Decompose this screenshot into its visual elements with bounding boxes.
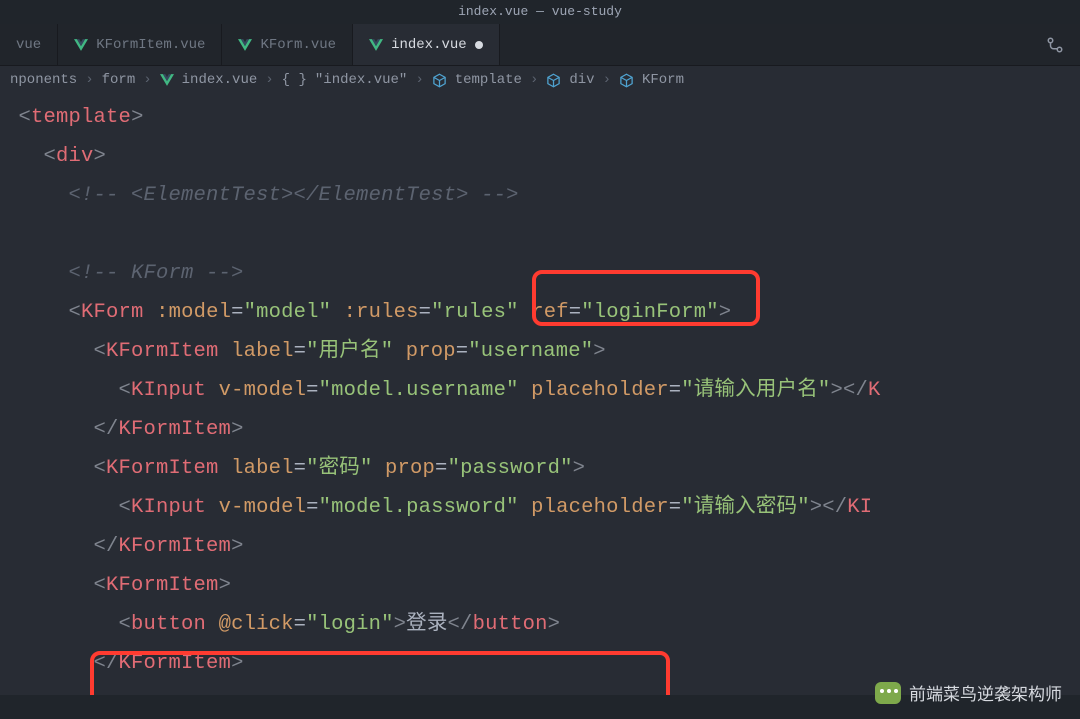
watermark: 前端菜鸟逆袭架构师 [875, 680, 1062, 705]
breadcrumb-item[interactable]: form [102, 72, 136, 88]
code-line: </KFormItem> [6, 410, 1080, 449]
tab-label: vue [16, 37, 41, 53]
breadcrumb-item[interactable]: index.vue [182, 72, 258, 88]
tab-label: KForm.vue [260, 37, 336, 53]
code-line: <KFormItem> [6, 566, 1080, 605]
breadcrumb: nponents› form› index.vue› { } "index.vu… [0, 66, 1080, 94]
code-line: <KInput v-model="model.username" placeho… [6, 371, 1080, 410]
vue-icon [74, 39, 88, 51]
breadcrumb-item[interactable]: div [569, 72, 594, 88]
tab-bar: vue KFormItem.vue KForm.vue index.vue [0, 24, 1080, 66]
code-line: <KFormItem label="用户名" prop="username"> [6, 332, 1080, 371]
editor-area[interactable]: <template> <div> <!-- <ElementTest></Ele… [0, 94, 1080, 695]
tab-label: KFormItem.vue [96, 37, 205, 53]
modified-dot-icon [475, 41, 483, 49]
code-line: </KFormItem> [6, 527, 1080, 566]
cube-icon [619, 73, 634, 88]
code-line: <KFormItem label="密码" prop="password"> [6, 449, 1080, 488]
breadcrumb-item[interactable]: KForm [642, 72, 684, 88]
code-line: <div> [6, 137, 1080, 176]
braces-icon: { } [282, 72, 307, 88]
breadcrumb-item[interactable]: "index.vue" [315, 72, 407, 88]
tab-index[interactable]: index.vue [353, 24, 500, 65]
window-title: index.vue — vue-study [0, 0, 1080, 24]
breadcrumb-item[interactable]: template [455, 72, 522, 88]
code-line: <button @click="login">登录</button> [6, 605, 1080, 644]
code-line: <!-- <ElementTest></ElementTest> --> [6, 176, 1080, 215]
code-line: <template> [6, 98, 1080, 137]
wechat-icon [875, 682, 901, 704]
vue-icon [160, 74, 174, 86]
tab-kform[interactable]: KForm.vue [222, 24, 353, 65]
code-line: <KForm :model="model" :rules="rules" ref… [6, 293, 1080, 332]
cube-icon [546, 73, 561, 88]
cube-icon [432, 73, 447, 88]
vue-icon [369, 39, 383, 51]
vue-icon [238, 39, 252, 51]
compare-icon[interactable] [1030, 24, 1080, 65]
watermark-text: 前端菜鸟逆袭架构师 [909, 680, 1062, 705]
code-line: <!-- KForm --> [6, 254, 1080, 293]
breadcrumb-item[interactable]: nponents [10, 72, 77, 88]
code-line: <KInput v-model="model.password" placeho… [6, 488, 1080, 527]
tab-kformitem[interactable]: KFormItem.vue [58, 24, 222, 65]
code-line [6, 215, 1080, 254]
code-line: </KFormItem> [6, 644, 1080, 683]
tab-label: index.vue [391, 37, 467, 53]
tab-vue[interactable]: vue [0, 24, 58, 65]
